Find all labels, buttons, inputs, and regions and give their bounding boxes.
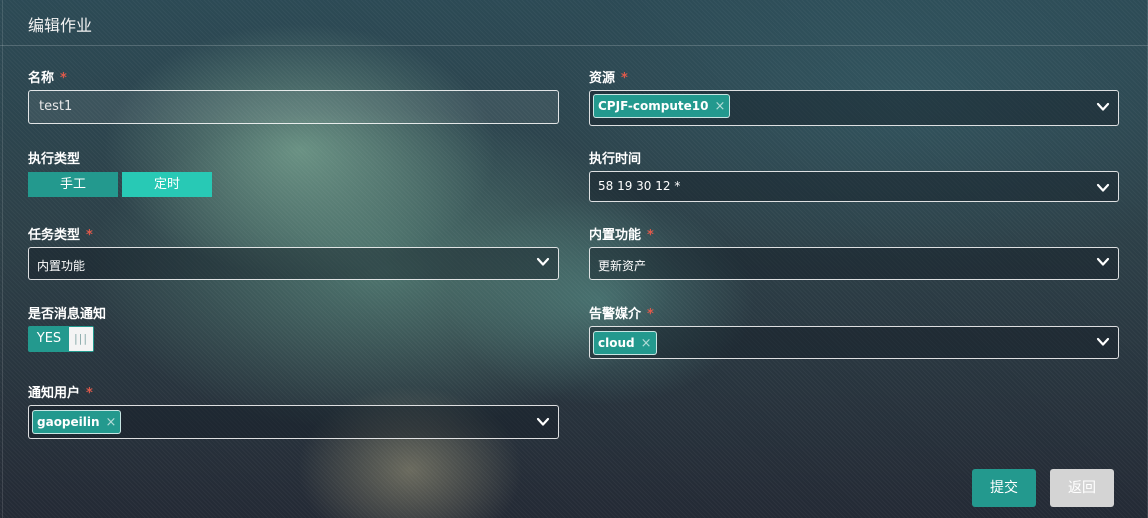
chevron-down-icon[interactable] (536, 255, 550, 269)
exec-time-label-text: 执行时间 (589, 152, 642, 167)
required-marker: * (60, 71, 67, 86)
required-marker: * (647, 307, 654, 322)
submit-button[interactable]: 提交 (972, 469, 1036, 507)
notify-toggle-on-label: YES (29, 327, 69, 351)
task-type-label-text: 任务类型 (28, 228, 81, 243)
task-type-value: 内置功能 (37, 259, 86, 273)
dialog-header: 编辑作业 (0, 0, 1148, 46)
notify-user-tag: gaopeilin × (32, 410, 122, 434)
notify-user-label-text: 通知用户 (28, 386, 81, 401)
exec-time-select[interactable]: 58 19 30 12 * (589, 171, 1119, 202)
notify-label: 是否消息通知 (28, 303, 106, 322)
task-type-label: 任务类型 * (28, 224, 93, 243)
chevron-down-icon[interactable] (1096, 100, 1110, 114)
exec-type-label-text: 执行类型 (28, 152, 81, 167)
chevron-down-icon[interactable] (1096, 255, 1110, 269)
resource-tag: CPJF-compute10 × (593, 94, 731, 118)
alert-media-select[interactable]: cloud × (589, 326, 1119, 359)
page-title: 编辑作业 (28, 16, 93, 35)
resource-select[interactable]: CPJF-compute10 × (589, 90, 1119, 126)
remove-tag-icon[interactable]: × (714, 99, 725, 114)
exec-time-value: 58 19 30 12 * (598, 179, 681, 193)
alert-media-tag: cloud × (593, 331, 657, 355)
required-marker: * (86, 228, 93, 243)
chevron-down-icon[interactable] (536, 415, 550, 429)
exec-type-label: 执行类型 (28, 148, 80, 167)
toggle-knob[interactable]: ||| (69, 327, 93, 351)
chevron-down-icon[interactable] (1096, 181, 1110, 195)
exec-time-label: 执行时间 (589, 148, 641, 167)
resource-label-text: 资源 (589, 71, 616, 86)
notify-label-text: 是否消息通知 (28, 307, 107, 322)
alert-media-label: 告警媒介 * (589, 303, 654, 322)
remove-tag-icon[interactable]: × (641, 336, 652, 351)
back-button[interactable]: 返回 (1050, 469, 1114, 507)
notify-toggle[interactable]: YES ||| (28, 326, 94, 352)
exec-type-scheduled-option[interactable]: 定时 (122, 172, 212, 197)
required-marker: * (86, 386, 93, 401)
task-type-select[interactable]: 内置功能 (28, 247, 559, 280)
notify-user-label: 通知用户 * (28, 382, 93, 401)
alert-media-label-text: 告警媒介 (589, 307, 642, 322)
exec-type-manual-option[interactable]: 手工 (28, 172, 118, 197)
notify-user-tag-label: gaopeilin (37, 415, 100, 429)
name-input-value: test1 (39, 99, 73, 114)
name-input[interactable]: test1 (28, 90, 559, 124)
builtin-label: 内置功能 * (589, 224, 654, 243)
name-label-text: 名称 (28, 71, 55, 86)
required-marker: * (621, 71, 628, 86)
name-label: 名称 * (28, 67, 67, 86)
resource-tag-label: CPJF-compute10 (598, 99, 709, 113)
chevron-down-icon[interactable] (1096, 335, 1110, 349)
resource-label: 资源 * (589, 67, 628, 86)
remove-tag-icon[interactable]: × (106, 415, 117, 430)
builtin-select[interactable]: 更新资产 (589, 247, 1119, 280)
required-marker: * (647, 228, 654, 243)
builtin-value: 更新资产 (598, 259, 647, 273)
builtin-label-text: 内置功能 (589, 228, 642, 243)
alert-media-tag-label: cloud (598, 336, 635, 350)
notify-user-select[interactable]: gaopeilin × (28, 405, 559, 439)
